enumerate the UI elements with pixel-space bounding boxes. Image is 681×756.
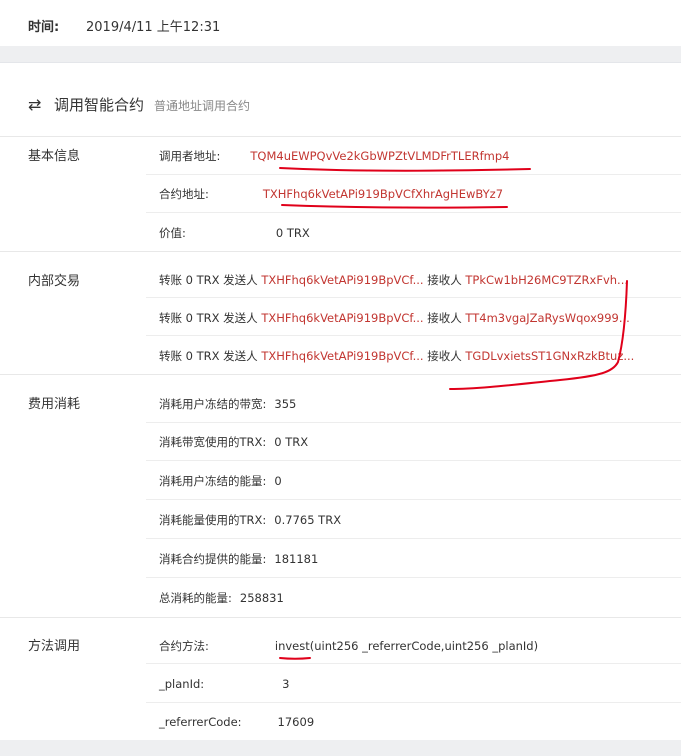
fee-row: 消耗合约提供的能量: 181181 — [159, 551, 318, 567]
row-divider — [146, 212, 681, 213]
fee-value: 0.7765 TRX — [274, 513, 342, 527]
divider — [0, 617, 681, 618]
row-divider — [146, 663, 681, 664]
fees-label: 费用消耗 — [28, 397, 81, 412]
fee-key: 消耗用户冻结的带宽: — [159, 397, 267, 411]
fee-row: 消耗用户冻结的带宽: 355 — [159, 396, 296, 412]
row-divider — [146, 499, 681, 500]
tx-prefix: 转账 0 TRX 发送人 — [159, 311, 258, 325]
row-divider — [146, 538, 681, 539]
caller-address-key: 调用者地址: — [159, 149, 221, 163]
row-divider — [146, 702, 681, 703]
fee-value: 0 — [274, 474, 282, 488]
method-row: 合约方法: invest(uint256 _referrerCode,uint25… — [159, 638, 538, 654]
divider — [0, 136, 681, 137]
tx-prefix: 转账 0 TRX 发送人 — [159, 273, 258, 287]
caller-address-link[interactable]: TQM4uEWPQvVe2kGbWPZtVLMDFrTLERfmp4 — [250, 149, 509, 163]
method-label: 方法调用 — [28, 639, 81, 654]
fee-key: 消耗用户冻结的能量: — [159, 474, 267, 488]
value-key: 价值: — [159, 226, 186, 240]
value-row: 价值: 0 TRX — [159, 225, 310, 241]
tx-receiver-label: 接收人 — [427, 349, 462, 363]
time-value: 2019/4/11 上午12:31 — [86, 20, 221, 35]
row-divider — [146, 422, 681, 423]
tx-receiver-link[interactable]: TGDLvxietsST1GNxRzkBtuz... — [465, 349, 634, 363]
row-divider — [146, 577, 681, 578]
section-gap — [0, 46, 681, 62]
time-card: 时间: 2019/4/11 上午12:31 — [0, 0, 681, 46]
tx-receiver-label: 接收人 — [427, 273, 462, 287]
contract-address-key: 合约地址: — [159, 187, 209, 201]
fee-row: 总消耗的能量: 258831 — [159, 590, 284, 606]
fee-value: 355 — [274, 397, 297, 411]
fee-row: 消耗带宽使用的TRX: 0 TRX — [159, 434, 308, 450]
internal-tx-row: 转账 0 TRX 发送人 TXHFhq6kVetAPi919BpVCf... 接… — [159, 348, 634, 364]
param-value: 17609 — [277, 715, 315, 729]
bottom-gap — [0, 740, 681, 756]
internal-tx-label: 内部交易 — [28, 274, 81, 289]
tx-sender-link[interactable]: TXHFhq6kVetAPi919BpVCf... — [261, 273, 423, 287]
time-label: 时间: — [28, 20, 60, 35]
row-divider — [146, 174, 681, 175]
value-value: 0 TRX — [275, 226, 310, 240]
tx-sender-link[interactable]: TXHFhq6kVetAPi919BpVCf... — [261, 311, 423, 325]
param-key: _planId: — [159, 677, 205, 691]
fee-key: 消耗合约提供的能量: — [159, 552, 267, 566]
section-title-text: 调用智能合约 — [54, 96, 145, 114]
method-key: 合约方法: — [159, 639, 209, 653]
tx-receiver-link[interactable]: TT4m3vgaJZaRysWqox999... — [465, 311, 629, 325]
fee-value: 258831 — [239, 591, 284, 605]
tx-receiver-label: 接收人 — [427, 311, 462, 325]
internal-tx-row: 转账 0 TRX 发送人 TXHFhq6kVetAPi919BpVCf... 接… — [159, 310, 630, 326]
row-divider — [146, 460, 681, 461]
fee-key: 消耗能量使用的TRX: — [159, 513, 267, 527]
tx-prefix: 转账 0 TRX 发送人 — [159, 349, 258, 363]
tx-sender-link[interactable]: TXHFhq6kVetAPi919BpVCf... — [261, 349, 423, 363]
fee-key: 总消耗的能量: — [159, 591, 232, 605]
fee-value: 0 TRX — [274, 435, 309, 449]
swap-arrows-icon: ⇄ — [28, 95, 42, 114]
param-key: _referrerCode: — [159, 715, 242, 729]
basic-info-label: 基本信息 — [28, 149, 81, 164]
contract-address-link[interactable]: TXHFhq6kVetAPi919BpVCfXhrAgHEwBYz7 — [263, 187, 503, 201]
param-row: _planId: 3 — [159, 677, 289, 691]
fee-key: 消耗带宽使用的TRX: — [159, 435, 267, 449]
row-divider — [146, 335, 681, 336]
row-divider — [146, 297, 681, 298]
tx-receiver-link[interactable]: TPkCw1bH26MC9TZRxFvh... — [465, 273, 628, 287]
section-title: ⇄ 调用智能合约 普通地址调用合约 — [28, 94, 250, 115]
divider — [0, 374, 681, 375]
internal-tx-row: 转账 0 TRX 发送人 TXHFhq6kVetAPi919BpVCf... 接… — [159, 272, 628, 288]
section-subtitle: 普通地址调用合约 — [154, 99, 251, 113]
contract-address-row: 合约地址: TXHFhq6kVetAPi919BpVCfXhrAgHEwBYz7 — [159, 186, 503, 202]
fee-row: 消耗能量使用的TRX: 0.7765 TRX — [159, 512, 341, 528]
caller-address-row: 调用者地址: TQM4uEWPQvVe2kGbWPZtVLMDFrTLERfmp4 — [159, 148, 509, 164]
param-row: _referrerCode: 17609 — [159, 715, 314, 729]
fee-row: 消耗用户冻结的能量: 0 — [159, 473, 282, 489]
divider — [0, 251, 681, 252]
param-value: 3 — [282, 677, 290, 691]
fee-value: 181181 — [274, 552, 319, 566]
method-value: invest(uint256 _referrerCode,uint256 _pl… — [274, 639, 539, 653]
